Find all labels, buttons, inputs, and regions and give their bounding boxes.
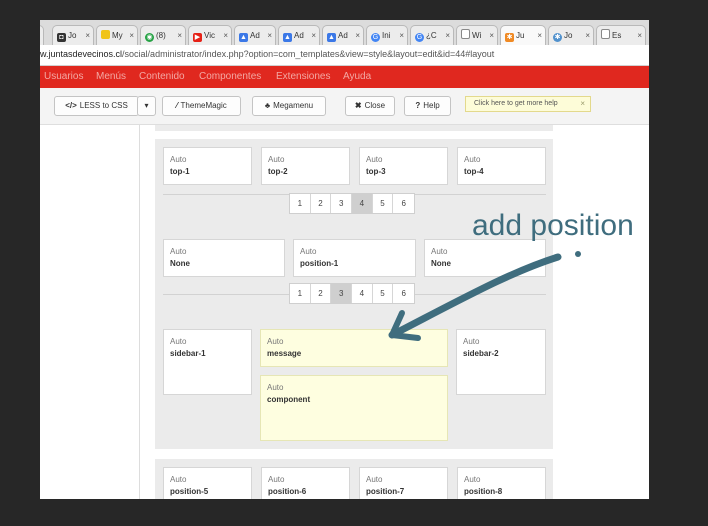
browser-window: × ◘Jo× My× ◉(8)× ▶Vic× ▲Ad× ▲Ad× ▲Ad× GI… (40, 20, 649, 499)
annotation-text: add position (472, 209, 634, 242)
annotation-arrow (388, 251, 581, 341)
